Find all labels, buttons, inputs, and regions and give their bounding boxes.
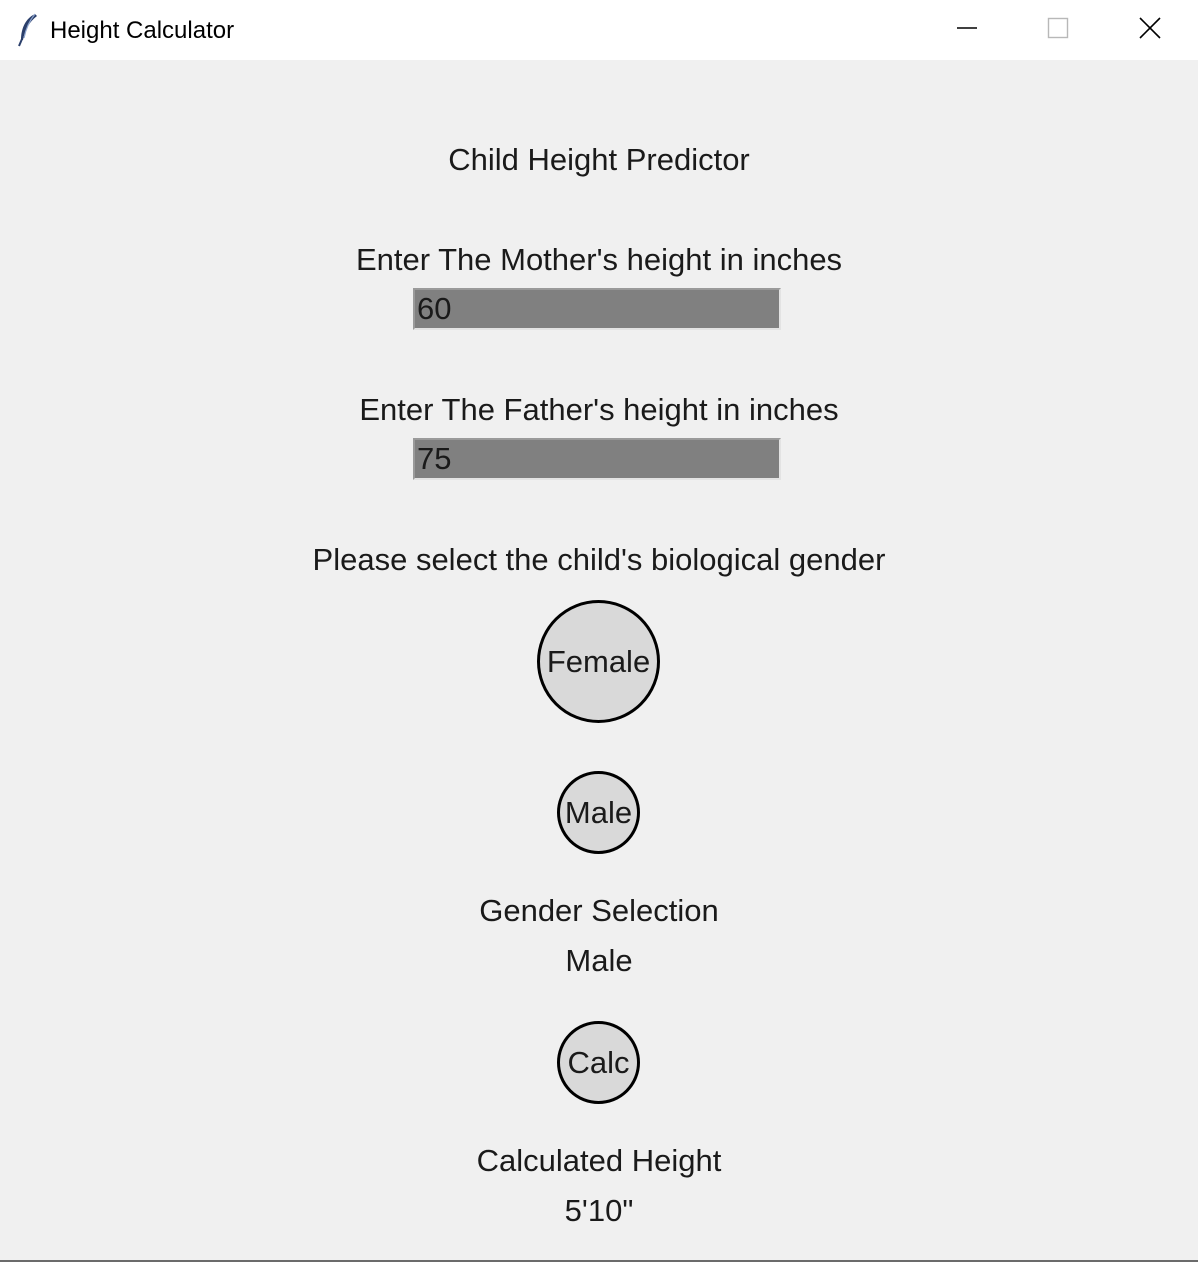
mother-height-input[interactable] [413,288,781,330]
page-title: Child Height Predictor [448,142,750,177]
main-content: Child Height Predictor Enter The Mother'… [0,60,1198,1260]
close-button[interactable] [1104,0,1196,60]
calculated-height-value: 5'10" [564,1193,634,1228]
father-height-input[interactable] [413,438,781,480]
gender-selection-label: Gender Selection [479,893,719,928]
app-window: Height Calculator Child Height Predictor… [0,0,1198,1262]
feather-icon [16,12,40,48]
minimize-icon [956,17,978,44]
title-bar[interactable]: Height Calculator [0,0,1198,60]
window-title: Height Calculator [50,17,235,44]
mother-height-label: Enter The Mother's height in inches [355,242,843,277]
father-height-label: Enter The Father's height in inches [359,392,839,427]
male-button[interactable]: Male [557,771,640,854]
gender-prompt: Please select the child's biological gen… [312,542,886,577]
maximize-icon [1047,17,1069,44]
gender-selection-value: Male [565,943,633,978]
close-icon [1139,16,1161,44]
female-button[interactable]: Female [537,600,660,723]
maximize-button[interactable] [1012,0,1104,60]
minimize-button[interactable] [921,0,1013,60]
calculated-height-label: Calculated Height [476,1143,722,1178]
calc-button[interactable]: Calc [557,1021,640,1104]
